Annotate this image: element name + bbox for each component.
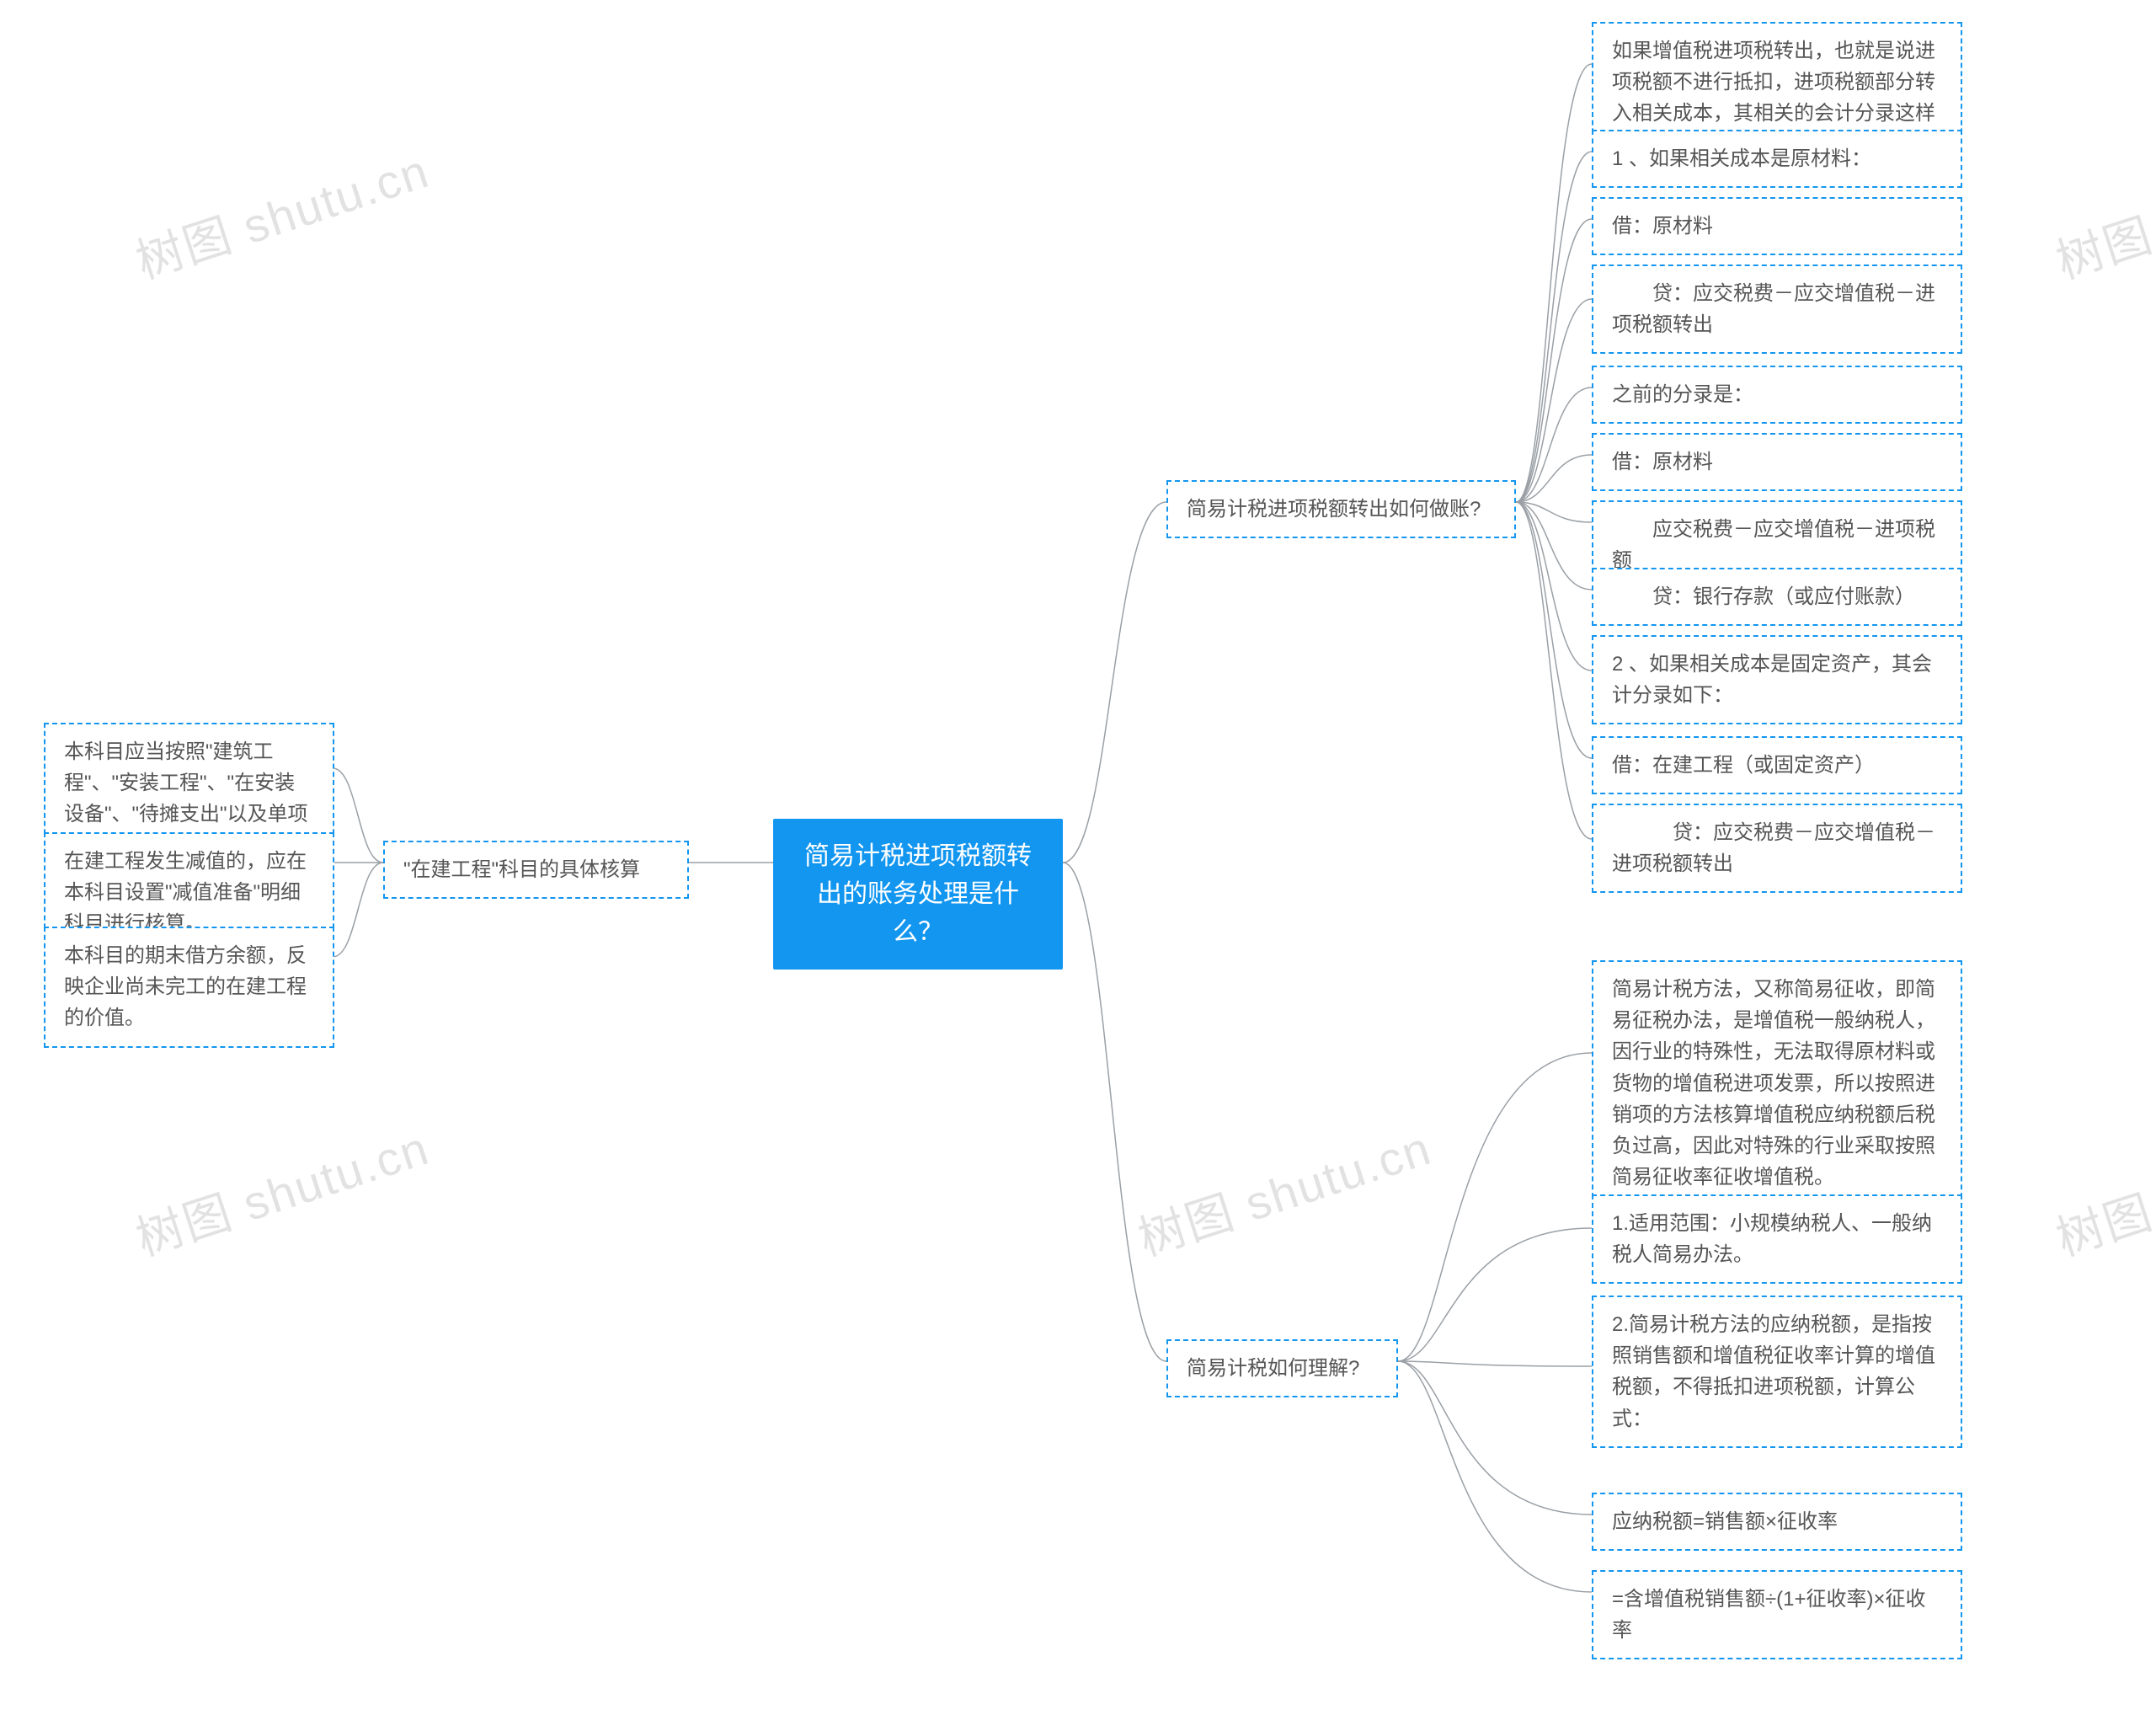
leaf-r0-1[interactable]: 1 、如果相关成本是原材料：	[1592, 130, 1962, 188]
watermark: 树图 shutu.cn	[2047, 1110, 2156, 1269]
watermark: 树图 shutu.cn	[1129, 1110, 1439, 1269]
leaf-r0-2[interactable]: 借：原材料	[1592, 197, 1962, 255]
leaf-r1-3[interactable]: 应纳税额=销售额×征收率	[1592, 1493, 1962, 1551]
watermark: 树图 shutu.cn	[2047, 133, 2156, 292]
branch-right-1[interactable]: 简易计税如何理解?	[1166, 1339, 1398, 1397]
root-node[interactable]: 简易计税进项税额转出的账务处理是什么？	[773, 819, 1063, 970]
leaf-r0-3[interactable]: 贷：应交税费－应交增值税－进项税额转出	[1592, 264, 1962, 354]
branch-right-0[interactable]: 简易计税进项税额转出如何做账?	[1166, 480, 1516, 538]
leaf-r0-8[interactable]: 2 、如果相关成本是固定资产，其会计分录如下：	[1592, 635, 1962, 724]
leaf-r0-4[interactable]: 之前的分录是：	[1592, 366, 1962, 424]
leaf-left-2[interactable]: 本科目的期末借方余额，反映企业尚未完工的在建工程的价值。	[44, 927, 334, 1048]
leaf-r1-0[interactable]: 简易计税方法，又称简易征收，即简易征税办法，是增值税一般纳税人，因行业的特殊性，…	[1592, 960, 1962, 1206]
watermark: 树图 shutu.cn	[126, 133, 437, 292]
leaf-r1-2[interactable]: 2.简易计税方法的应纳税额，是指按照销售额和增值税征收率计算的增值税额，不得抵扣…	[1592, 1296, 1962, 1448]
branch-left[interactable]: "在建工程"科目的具体核算	[383, 841, 689, 899]
leaf-r0-9[interactable]: 借：在建工程（或固定资产）	[1592, 736, 1962, 794]
leaf-r1-4[interactable]: =含增值税销售额÷(1+征收率)×征收率	[1592, 1570, 1962, 1659]
leaf-r1-1[interactable]: 1.适用范围：小规模纳税人、一般纳税人简易办法。	[1592, 1194, 1962, 1284]
leaf-r0-5[interactable]: 借：原材料	[1592, 433, 1962, 491]
leaf-r0-10[interactable]: 贷：应交税费－应交增值税－进项税额转出	[1592, 804, 1962, 893]
watermark: 树图 shutu.cn	[126, 1110, 437, 1269]
leaf-r0-7[interactable]: 贷：银行存款（或应付账款）	[1592, 568, 1962, 626]
